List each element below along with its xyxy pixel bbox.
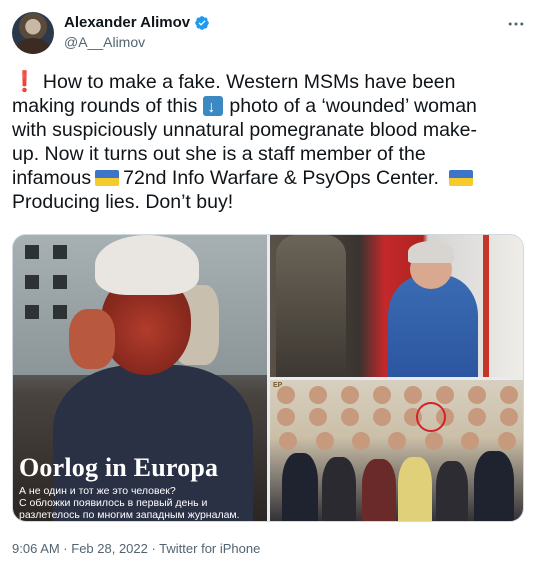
- window: [25, 275, 39, 289]
- front-officer: [282, 453, 318, 521]
- person-head: [436, 386, 455, 404]
- down-arrow-emoji: [203, 96, 224, 120]
- more-options-icon[interactable]: [506, 14, 526, 34]
- person-head: [279, 432, 298, 450]
- tweet-text: ❗ How to make a fake. Western MSMs have …: [12, 70, 528, 214]
- tweet-card: Alexander Alimov @A__Alimov ❗ How to mak…: [0, 0, 540, 563]
- ukraine-flag-emoji: [448, 170, 473, 186]
- person-head: [372, 386, 391, 404]
- media-photo-group[interactable]: EP: [270, 380, 523, 521]
- front-woman-yellow: [398, 457, 432, 521]
- person-head: [468, 408, 487, 426]
- person-head: [340, 408, 359, 426]
- person-head: [372, 408, 391, 426]
- front-officer: [474, 451, 514, 521]
- tweet-line-6: Producing lies. Don’t buy!: [12, 190, 528, 214]
- red-circle-highlight: [416, 402, 446, 432]
- tweet-line-6-text: Producing lies. Don’t buy!: [12, 191, 234, 213]
- tweet-line-5: infamous 72nd Info Warfare & PsyOps Cent…: [12, 166, 528, 190]
- window: [53, 305, 67, 319]
- window: [53, 245, 67, 259]
- window: [25, 245, 39, 259]
- person-head: [315, 432, 334, 450]
- person-head: [308, 386, 327, 404]
- tweet-line-2a-text: making rounds of this: [12, 95, 198, 117]
- person-head: [497, 432, 516, 450]
- person-head: [388, 432, 407, 450]
- tweet-line-2: making rounds of this photo of a ‘wounde…: [12, 94, 528, 120]
- group-row: [270, 408, 523, 426]
- front-officer: [322, 457, 356, 521]
- window: [25, 305, 39, 319]
- author-block: Alexander Alimov @A__Alimov: [64, 14, 210, 50]
- ukraine-flag-emoji: [95, 170, 120, 186]
- tweet-line-5a-text: infamous: [12, 167, 92, 189]
- avatar-shoulders: [16, 38, 50, 54]
- media-photo-magazine-cover[interactable]: Oorlog in Europa А не один и тот же это …: [13, 235, 267, 521]
- person-head: [500, 386, 519, 404]
- person-head: [352, 432, 371, 450]
- person-head: [276, 386, 295, 404]
- front-woman: [436, 461, 468, 521]
- person-head: [404, 386, 423, 404]
- person-head: [468, 386, 487, 404]
- cover-subtitle-line: С обложки появилось в первый день и: [19, 497, 208, 509]
- media-grid: Oorlog in Europa А не один и тот же это …: [12, 234, 524, 522]
- red-pole: [483, 235, 489, 377]
- verified-badge-icon: [195, 15, 209, 30]
- person-head: [424, 432, 443, 450]
- woman-blue-jacket: [388, 275, 478, 377]
- red-exclamation-emoji: ❗: [12, 71, 37, 93]
- person-head: [461, 432, 480, 450]
- tweet-line-3-text: with suspiciously unnatural pomegranate …: [12, 119, 478, 141]
- head-bandage: [95, 235, 199, 295]
- tweet-timestamp[interactable]: 9:06 AM · Feb 28, 2022 · Twitter for iPh…: [12, 541, 260, 556]
- front-woman: [362, 459, 396, 521]
- woman-hat: [408, 241, 454, 263]
- tweet-line-1-text: How to make a fake. Western MSMs have be…: [42, 71, 456, 93]
- tweet-line-4: up. Now it turns out she is a staff memb…: [12, 142, 528, 166]
- tweet-line-5b-text: 72nd Info Warfare & PsyOps Center.: [123, 167, 439, 189]
- author-name-row: Alexander Alimov: [64, 14, 210, 31]
- cover-subtitle: А не один и тот же это человек? С обложк…: [19, 485, 265, 521]
- tweet-line-4-text: up. Now it turns out she is a staff memb…: [12, 143, 426, 165]
- cover-title: Oorlog in Europa: [19, 453, 219, 482]
- person-head: [276, 408, 295, 426]
- window: [53, 275, 67, 289]
- media-photo-bus[interactable]: [270, 235, 523, 377]
- tweet-line-3: with suspiciously unnatural pomegranate …: [12, 118, 528, 142]
- avatar[interactable]: [12, 12, 54, 54]
- tweet-line-1: ❗ How to make a fake. Western MSMs have …: [12, 70, 528, 94]
- group-row: [270, 432, 523, 450]
- cover-subtitle-line: разлетелось по многим западным журналам.: [19, 509, 240, 521]
- author-name[interactable]: Alexander Alimov: [64, 14, 190, 31]
- group-row: [270, 386, 523, 404]
- woman-hand: [69, 309, 115, 369]
- person-head: [500, 408, 519, 426]
- person-head: [308, 408, 327, 426]
- person-head: [340, 386, 359, 404]
- author-handle[interactable]: @A__Alimov: [64, 34, 210, 50]
- tweet-line-2b-text: photo of a ‘wounded’ woman: [229, 95, 477, 117]
- soldier-figure: [276, 235, 346, 377]
- cover-subtitle-line: А не один и тот же это человек?: [19, 485, 176, 497]
